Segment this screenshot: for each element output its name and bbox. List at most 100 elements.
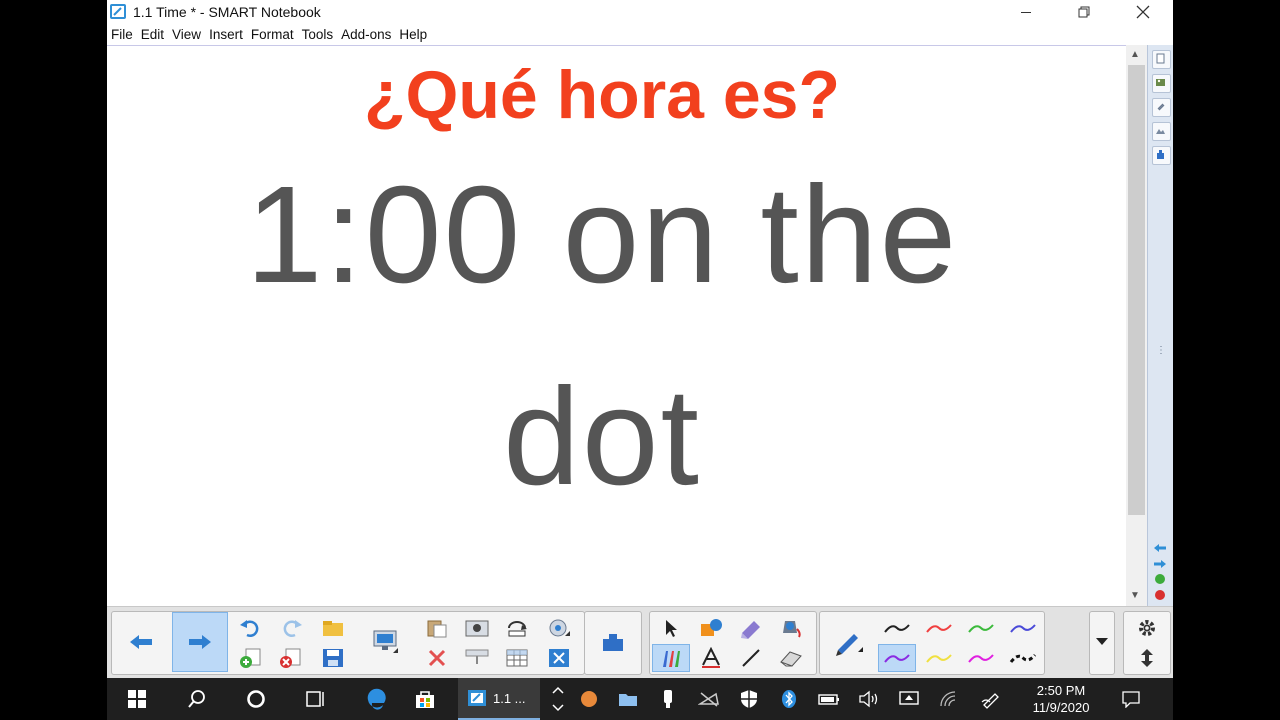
menu-view[interactable]: View xyxy=(172,27,201,42)
pen-stroke-icon xyxy=(968,654,994,663)
paste-button[interactable] xyxy=(418,614,456,642)
tray-device[interactable] xyxy=(649,678,687,720)
menu-file[interactable]: File xyxy=(111,27,133,42)
title-bar: 1.1 Time * - SMART Notebook xyxy=(107,0,1173,24)
eraser-icon xyxy=(780,651,802,667)
shapes-tool-button[interactable] xyxy=(692,614,730,642)
menu-tools[interactable]: Tools xyxy=(302,27,334,42)
fit-screen-button[interactable] xyxy=(540,644,578,672)
fill-tool-button[interactable] xyxy=(772,614,810,642)
sidebar-delete-icon[interactable] xyxy=(1154,588,1166,606)
settings-button[interactable] xyxy=(1128,614,1166,642)
tray-pen-workspace[interactable] xyxy=(972,678,1010,720)
scroll-down-icon[interactable]: ▼ xyxy=(1130,590,1140,601)
delete-page-icon xyxy=(280,648,301,668)
tray-app-orange[interactable] xyxy=(570,678,608,720)
vertical-scrollbar[interactable]: ▲ ▼ xyxy=(1126,45,1147,606)
tray-volume[interactable] xyxy=(850,678,888,720)
magic-pen-button[interactable] xyxy=(732,614,770,642)
slide-text-line-2[interactable]: dot xyxy=(107,358,1097,517)
show-hidden-icons-button[interactable] xyxy=(543,678,573,720)
save-button[interactable] xyxy=(314,644,352,672)
close-button[interactable] xyxy=(1120,0,1166,24)
pen-color-swatch[interactable] xyxy=(1004,644,1042,672)
menu-addons[interactable]: Add-ons xyxy=(341,27,391,42)
smart-notebook-app-icon xyxy=(110,4,126,19)
cortana-button[interactable] xyxy=(236,678,276,720)
pen-color-swatch[interactable] xyxy=(962,614,1000,642)
taskbar-smart-notebook[interactable]: 1.1 ... xyxy=(458,678,540,720)
addons-tab[interactable] xyxy=(1152,146,1171,165)
sidebar-resize-handle[interactable]: ⋮ xyxy=(1156,345,1166,356)
gallery-tab[interactable] xyxy=(1152,74,1171,93)
folder-icon xyxy=(619,694,637,706)
tray-security[interactable] xyxy=(730,678,768,720)
pen-stroke-icon xyxy=(1009,653,1037,663)
start-button[interactable] xyxy=(117,678,157,720)
task-view-button[interactable] xyxy=(296,678,336,720)
tray-battery[interactable] xyxy=(810,678,848,720)
screen-capture-button[interactable] xyxy=(458,614,496,642)
pen-color-swatch[interactable] xyxy=(920,614,958,642)
rotate-button[interactable] xyxy=(498,614,536,642)
redo-button[interactable] xyxy=(272,614,310,642)
slide-text-line-1[interactable]: 1:00 on the xyxy=(107,156,1097,315)
pen-type-button[interactable] xyxy=(826,612,872,672)
attachments-tab[interactable] xyxy=(1152,98,1171,117)
open-file-button[interactable] xyxy=(314,614,352,642)
add-page-button[interactable] xyxy=(232,644,270,672)
next-page-button[interactable] xyxy=(172,612,228,672)
more-tools-button[interactable] xyxy=(1090,612,1114,672)
microsoft-store-button[interactable] xyxy=(405,678,445,720)
edge-browser-button[interactable] xyxy=(356,678,396,720)
display-screen-button[interactable] xyxy=(358,612,412,672)
pen-color-swatch[interactable] xyxy=(920,644,958,672)
page-sorter-tab[interactable] xyxy=(1152,50,1171,69)
tray-network-disabled[interactable] xyxy=(690,678,728,720)
scrollbar-thumb[interactable] xyxy=(1128,65,1145,515)
insert-table-button[interactable] xyxy=(498,644,536,672)
eraser-tool-button[interactable] xyxy=(772,644,810,672)
settings-icon xyxy=(1139,620,1155,636)
properties-tab[interactable] xyxy=(1152,122,1171,141)
slide-heading[interactable]: ¿Qué hora es? xyxy=(107,56,1097,134)
pens-tool-button[interactable] xyxy=(652,644,690,672)
document-camera-button[interactable] xyxy=(540,614,578,642)
menu-help[interactable]: Help xyxy=(399,27,427,42)
pen-color-swatch[interactable] xyxy=(962,644,1000,672)
text-tool-button[interactable] xyxy=(692,644,730,672)
restore-button[interactable] xyxy=(1061,0,1107,24)
pen-color-swatch[interactable] xyxy=(878,614,916,642)
pen-color-swatch[interactable] xyxy=(878,644,916,672)
menu-insert[interactable]: Insert xyxy=(209,27,243,42)
screen-shade-icon xyxy=(465,649,489,664)
next-page-icon xyxy=(189,635,211,649)
addons-button[interactable] xyxy=(591,612,635,672)
tray-folder[interactable] xyxy=(609,678,647,720)
menu-edit[interactable]: Edit xyxy=(141,27,164,42)
taskbar-clock[interactable]: 2:50 PM 11/9/2020 xyxy=(1023,682,1099,716)
network-disabled-icon xyxy=(698,692,719,707)
search-button[interactable] xyxy=(177,678,217,720)
select-tool-button[interactable] xyxy=(652,614,690,642)
tray-bluetooth[interactable] xyxy=(770,678,808,720)
smart-notebook-window: 1.1 Time * - SMART Notebook File Edit Vi… xyxy=(107,0,1173,678)
scroll-up-icon[interactable]: ▲ xyxy=(1130,49,1140,60)
delete-page-button[interactable] xyxy=(272,644,310,672)
line-icon xyxy=(742,649,760,667)
undo-button[interactable] xyxy=(232,614,270,642)
screen-shade-button[interactable] xyxy=(458,644,496,672)
line-tool-button[interactable] xyxy=(732,644,770,672)
pen-color-swatch[interactable] xyxy=(1004,614,1042,642)
action-center-button[interactable] xyxy=(1112,678,1150,720)
move-toolbar-button[interactable] xyxy=(1128,644,1166,672)
pens-icon xyxy=(663,651,680,667)
tray-project-display[interactable] xyxy=(890,678,928,720)
page-canvas[interactable]: ¿Qué hora es? 1:00 on the dot xyxy=(107,45,1126,607)
menu-format[interactable]: Format xyxy=(251,27,294,42)
main-toolbar xyxy=(107,606,1173,678)
delete-button[interactable] xyxy=(418,644,456,672)
previous-page-button[interactable] xyxy=(114,612,168,672)
tray-wifi[interactable] xyxy=(930,678,968,720)
minimize-button[interactable] xyxy=(1003,0,1049,24)
